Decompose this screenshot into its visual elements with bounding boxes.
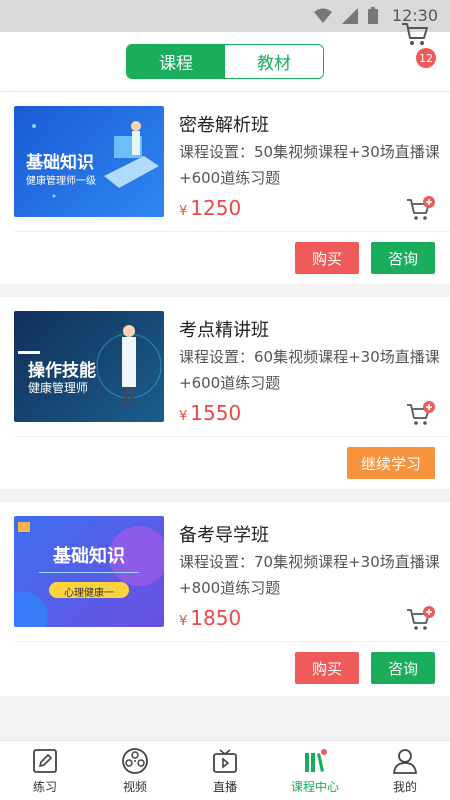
divider (14, 231, 450, 232)
pencil-icon (33, 749, 57, 773)
tab-label: 直播 (212, 780, 237, 794)
thumbnail-subtitle: 心理健康一 (64, 588, 114, 599)
currency-symbol: ¥ (179, 204, 188, 219)
thumbnail-headline: 操作技能 (28, 361, 96, 381)
divider (14, 436, 450, 437)
thumbnail-subtitle: 健康管理师 (28, 381, 89, 395)
course-description: 课程设置：50集视频课程+30场直播课+600道练习题 (179, 143, 440, 187)
tab-label: 我的 (392, 780, 417, 794)
books-icon (305, 749, 327, 772)
segment-textbooks[interactable]: 教材 (225, 45, 323, 78)
course-description: 课程设置：60集视频课程+30场直播课+600道练习题 (179, 348, 440, 392)
consult-button[interactable]: 咨询 (371, 242, 435, 274)
film-reel-icon (122, 748, 148, 774)
course-price: ¥1550 (179, 401, 241, 425)
top-bar: 课程 教材 (0, 32, 450, 92)
price-value: 1850 (190, 606, 242, 630)
divider (14, 641, 450, 642)
signal-icon (342, 7, 358, 24)
course-price: ¥1850 (179, 606, 241, 630)
add-to-cart-icon[interactable] (406, 606, 436, 634)
battery-icon (368, 7, 378, 24)
course-title[interactable]: 备考导学班 (179, 521, 269, 547)
course-card: 基础知识 心理健康一 备考导学班 课程设置：70集视频课程+30场直播课+800… (0, 502, 450, 696)
price-value: 1550 (190, 401, 242, 425)
segment-courses[interactable]: 课程 (127, 45, 225, 78)
tab-mine[interactable]: 我的 (360, 741, 450, 800)
price-value: 1250 (190, 196, 242, 220)
tab-label: 视频 (122, 780, 147, 794)
cart-icon[interactable] (400, 18, 430, 48)
currency-symbol: ¥ (179, 614, 188, 629)
course-price: ¥1250 (179, 196, 241, 220)
cart-badge: 12 (416, 48, 436, 68)
user-icon (393, 749, 417, 774)
buy-button[interactable]: 购买 (295, 242, 359, 274)
consult-button[interactable]: 咨询 (371, 652, 435, 684)
tab-course-center[interactable]: 课程中心 (270, 741, 360, 800)
currency-symbol: ¥ (179, 409, 188, 424)
course-description: 课程设置：70集视频课程+30场直播课+800道练习题 (179, 553, 440, 597)
add-to-cart-icon[interactable] (406, 401, 436, 429)
wifi-icon (314, 8, 332, 23)
buy-button[interactable]: 购买 (295, 652, 359, 684)
course-title[interactable]: 密卷解析班 (179, 111, 269, 137)
tab-practice[interactable]: 练习 (0, 741, 90, 800)
tab-video[interactable]: 视频 (90, 741, 180, 800)
course-card: 基础知识 健康管理师一级 密卷解析班 课程设置：50集视频课程+30场直播课+6… (0, 92, 450, 284)
tab-live[interactable]: 直播 (180, 741, 270, 800)
thumbnail-subtitle: 健康管理师一级 (26, 176, 96, 187)
course-thumbnail[interactable]: 基础知识 健康管理师一级 (14, 106, 164, 217)
course-illustration (14, 522, 164, 627)
course-thumbnail[interactable]: 操作技能 健康管理师 (14, 311, 164, 422)
course-thumbnail[interactable]: 基础知识 心理健康一 (14, 516, 164, 627)
status-icons (314, 7, 378, 24)
tab-label: 练习 (32, 780, 57, 794)
thumbnail-headline: 基础知识 (26, 153, 94, 173)
course-title[interactable]: 考点精讲班 (179, 316, 269, 342)
segment-control: 课程 教材 (126, 44, 324, 79)
tv-play-icon (213, 749, 237, 773)
add-to-cart-icon[interactable] (406, 196, 436, 224)
bottom-tab-bar: 练习 视频 直播 课程中心 我的 (0, 740, 450, 800)
course-card: 操作技能 健康管理师 考点精讲班 课程设置：60集视频课程+30场直播课+600… (0, 297, 450, 489)
status-bar: 12:30 (0, 0, 450, 32)
continue-learning-button[interactable]: 继续学习 (347, 447, 435, 479)
thumbnail-headline: 基础知识 (53, 546, 125, 567)
tab-label: 课程中心 (290, 780, 339, 794)
